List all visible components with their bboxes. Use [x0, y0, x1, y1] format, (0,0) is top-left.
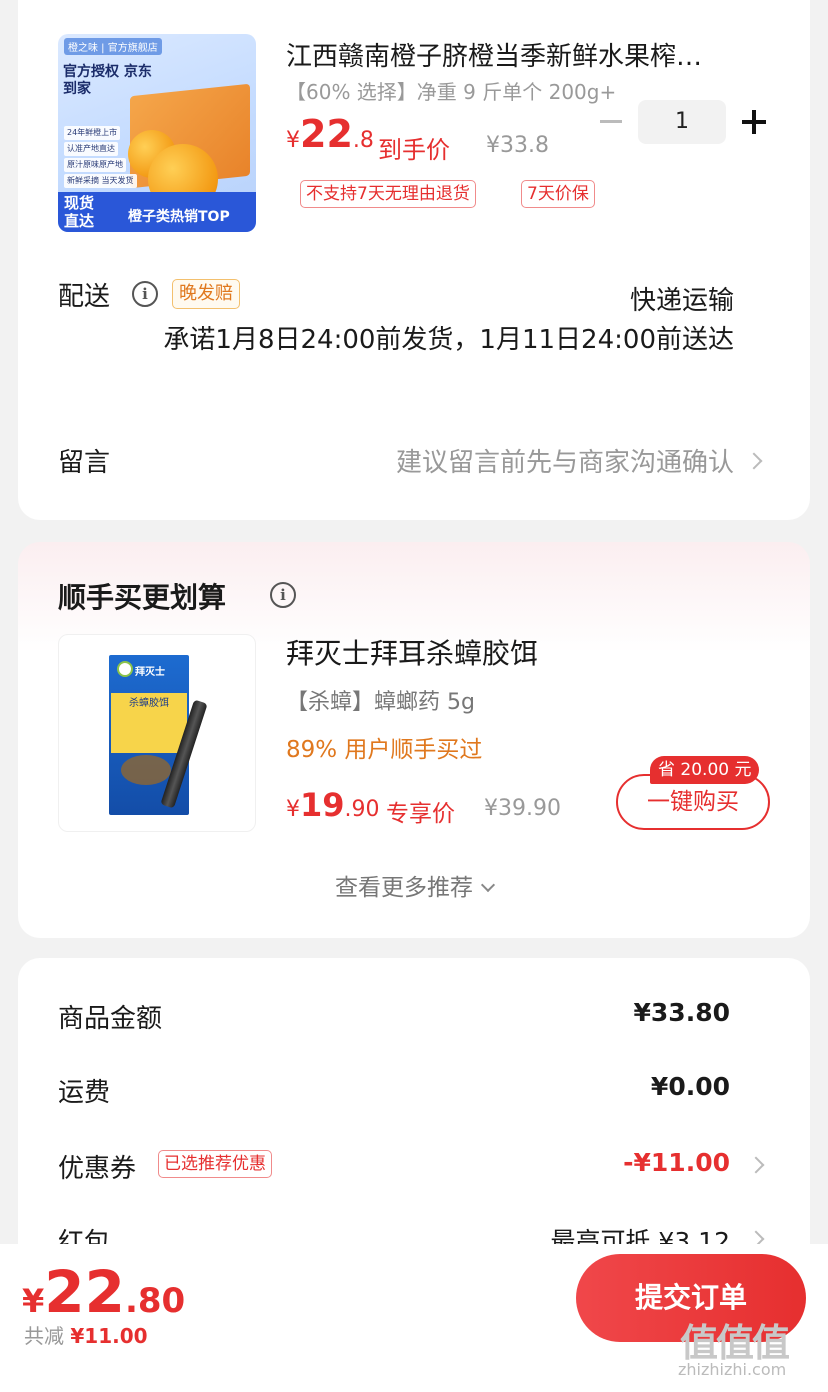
- image-shop-tag: 橙之味 | 官方旗舰店: [64, 38, 162, 55]
- product-title[interactable]: 江西赣南橙子脐橙当季新鲜水果榨…: [286, 36, 766, 73]
- total-price: ¥22.80: [22, 1258, 186, 1326]
- summary-value: ¥33.80: [633, 998, 730, 1027]
- recommend-social-proof: 89% 用户顺手买过: [286, 737, 483, 763]
- shipping-promise: 承诺1月8日24:00前发货，1月11日24:00前送达: [163, 325, 734, 355]
- late-compensation-badge: 晚发赔: [172, 279, 240, 309]
- shipping-mode: 快递运输: [629, 286, 734, 316]
- more-recommend-label: 查看更多推荐: [335, 875, 473, 901]
- order-item-card: 橙之味 | 官方旗舰店 官方授权 京东到家 24年鲜橙上市 认准产地直达 原汁原…: [18, 0, 810, 520]
- recommend-title[interactable]: 拜灭士拜耳杀蟑胶饵: [286, 632, 538, 672]
- image-bottom-right: 橙子类热销TOP: [128, 209, 230, 225]
- plus-icon[interactable]: [740, 108, 768, 136]
- coupon-label: 优惠券: [58, 1154, 137, 1184]
- message-field[interactable]: 建议留言前先与商家沟通确认: [396, 442, 734, 479]
- total-saved: 共减 ¥11.00: [24, 1324, 148, 1348]
- summary-value: ¥0.00: [650, 1072, 730, 1101]
- chevron-right-icon[interactable]: [747, 1156, 765, 1174]
- recommend-price: ¥19.90: [286, 786, 380, 824]
- save-badge: 省 20.00 元: [650, 756, 760, 784]
- more-recommend-link[interactable]: 查看更多推荐: [18, 868, 810, 902]
- no-return-badge: 不支持7天无理由退货: [300, 180, 476, 208]
- image-brand: 拜灭士: [135, 667, 165, 678]
- quantity-field[interactable]: 1: [638, 100, 726, 144]
- coupon-value[interactable]: -¥11.00: [623, 1148, 730, 1177]
- product-price: ¥22.8: [286, 112, 374, 156]
- watermark-url: zhizhizhi.com: [678, 1360, 787, 1379]
- section-title: 顺手买更划算: [58, 581, 227, 614]
- chevron-down-icon: [480, 877, 496, 893]
- image-bottom-left: 现货 直达: [64, 194, 95, 230]
- original-price: ¥33.8: [486, 133, 549, 158]
- recommend-price-label: 专享价: [386, 801, 455, 827]
- summary-label: 运费: [58, 1078, 111, 1108]
- cockroach-graphic: [121, 755, 171, 785]
- delivery-label: 配送: [58, 282, 111, 312]
- info-icon[interactable]: i: [270, 582, 296, 608]
- recommend-card: 顺手买更划算 i 拜灭士 杀蟑胶饵 拜灭士拜耳杀蟑胶饵 【杀蟑】蟑螂药 5g 8…: [18, 542, 810, 938]
- image-label: 杀蟑胶饵: [111, 693, 187, 753]
- message-label: 留言: [58, 448, 111, 478]
- recommend-spec: 【杀蟑】蟑螂药 5g: [286, 690, 475, 715]
- recommend-original-price: ¥39.90: [484, 796, 561, 821]
- coupon-badge: 已选推荐优惠: [158, 1150, 272, 1178]
- product-image[interactable]: 橙之味 | 官方旗舰店 官方授权 京东到家 24年鲜橙上市 认准产地直达 原汁原…: [58, 34, 256, 232]
- brand-logo-icon: [117, 661, 133, 677]
- price-protect-badge: 7天价保: [521, 180, 595, 208]
- minus-icon[interactable]: [596, 120, 626, 124]
- image-bullets: 24年鲜橙上市 认准产地直达 原汁原味原产地 新鲜采摘 当天发货: [64, 126, 137, 190]
- watermark-logo: 值值值: [680, 1321, 790, 1365]
- product-spec[interactable]: 【60% 选择】净重 9 斤单个 200g+: [286, 76, 616, 105]
- summary-label: 商品金额: [58, 1004, 163, 1034]
- chevron-right-icon[interactable]: [745, 452, 763, 470]
- recommend-product-image[interactable]: 拜灭士 杀蟑胶饵: [58, 634, 256, 832]
- image-headline: 官方授权 京东到家: [63, 64, 152, 97]
- info-icon[interactable]: i: [132, 281, 158, 307]
- price-label: 到手价: [378, 136, 450, 164]
